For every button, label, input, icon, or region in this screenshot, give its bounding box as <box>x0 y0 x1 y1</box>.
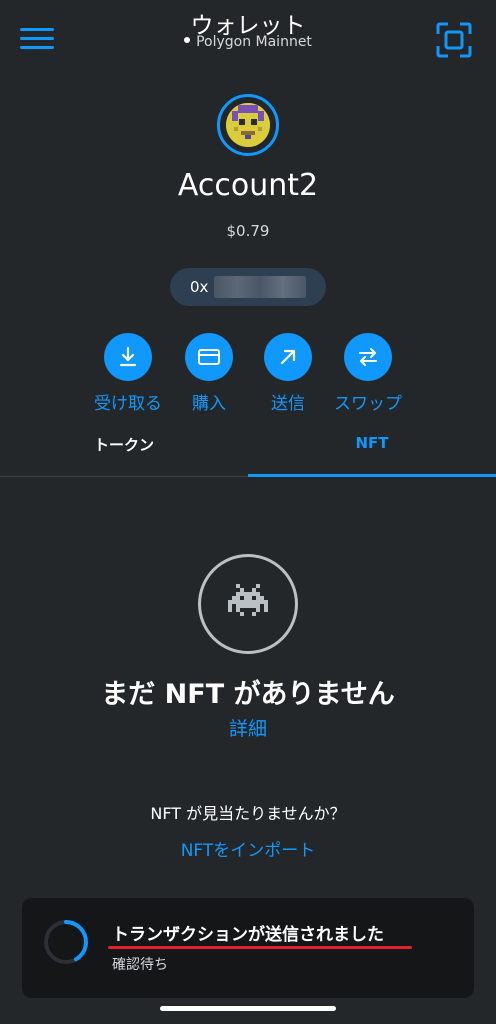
toast-subtitle: 確認待ち <box>112 957 168 973</box>
home-indicator[interactable] <box>160 1006 336 1011</box>
send-label: 送信 <box>271 394 305 414</box>
transaction-toast[interactable]: トランザクションが送信されました 確認待ち <box>22 898 474 998</box>
learn-more-link[interactable]: 詳細 <box>0 714 496 741</box>
account-name[interactable]: Account2 <box>0 168 496 203</box>
receive-label: 受け取る <box>94 394 162 414</box>
receive-button[interactable]: 受け取る <box>83 333 173 414</box>
tab-nft-label: NFT <box>355 434 389 452</box>
tab-nft[interactable]: NFT <box>248 434 496 478</box>
active-tab-indicator <box>248 474 496 477</box>
tab-tokens-label: トークン <box>93 436 154 454</box>
nft-not-found-text: NFT が見当たりませんか？ <box>150 804 346 823</box>
address-redacted <box>214 276 306 298</box>
tab-tokens[interactable]: トークン <box>0 434 248 478</box>
empty-state-title: まだ NFT がありません <box>101 679 395 710</box>
address-prefix: 0x <box>190 278 209 296</box>
toast-highlight-underline <box>108 946 412 949</box>
wallet-screen: ウォレット Polygon Mainnet Account2 $0.79 0x … <box>0 0 496 1024</box>
download-icon <box>104 333 152 381</box>
send-button[interactable]: 送信 <box>243 333 333 414</box>
buy-button[interactable]: 購入 <box>164 333 254 414</box>
address-copy-button[interactable]: 0x <box>170 268 326 306</box>
import-nft-link[interactable]: NFTをインポート <box>0 836 496 861</box>
arrow-up-right-icon <box>264 333 312 381</box>
nft-empty-illustration <box>198 554 298 654</box>
toast-title: トランザクションが送信されました <box>112 925 384 945</box>
loading-spinner-icon <box>44 920 89 964</box>
scan-qr-icon[interactable] <box>436 22 472 58</box>
buy-label: 購入 <box>192 394 226 414</box>
avatar-image <box>226 103 270 147</box>
network-selector[interactable]: Polygon Mainnet <box>0 34 496 50</box>
network-status-dot <box>184 37 191 43</box>
swap-icon <box>344 333 392 381</box>
account-avatar[interactable] <box>217 94 279 156</box>
card-icon <box>185 333 233 381</box>
swap-label: スワップ <box>334 394 402 414</box>
account-balance: $0.79 <box>226 222 270 240</box>
space-invader-icon <box>228 584 268 616</box>
network-name: Polygon Mainnet <box>196 34 312 50</box>
swap-button[interactable]: スワップ <box>323 333 413 414</box>
